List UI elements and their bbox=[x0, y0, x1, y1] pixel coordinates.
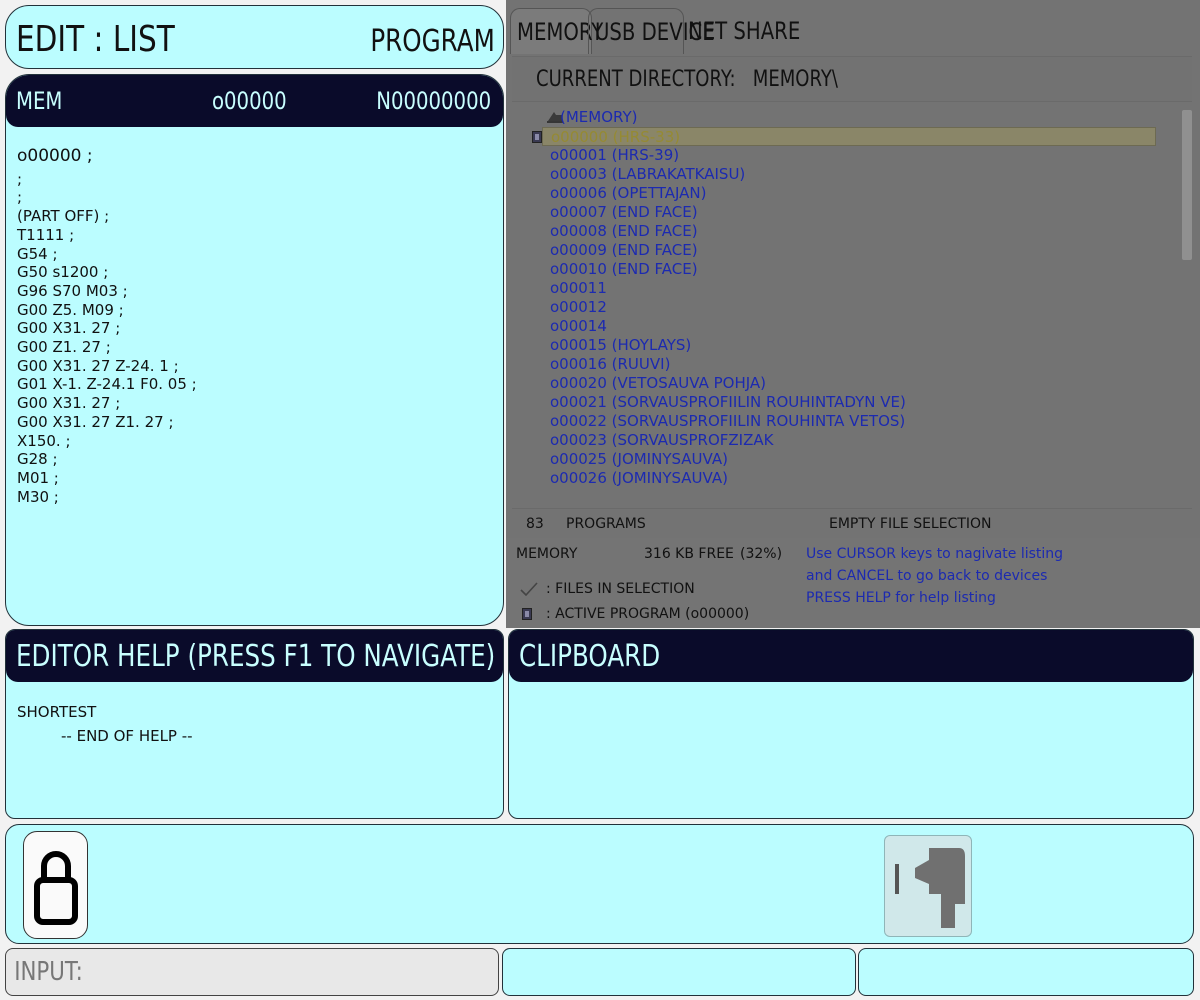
code-line[interactable]: G00 X31. 27 ; bbox=[17, 394, 197, 413]
code-line[interactable]: G28 ; bbox=[17, 450, 197, 469]
status-field-3 bbox=[858, 948, 1194, 996]
file-item-active[interactable]: o00000 (HRS-33) bbox=[542, 127, 1156, 146]
tab-usb-device[interactable]: USB DEVICE bbox=[588, 8, 715, 54]
program-number: o00000 bbox=[212, 87, 287, 115]
check-icon bbox=[520, 582, 538, 596]
file-item[interactable]: o00020 (VETOSAUVA POHJA) bbox=[542, 374, 1156, 393]
device-label: MEM bbox=[16, 87, 63, 115]
program-code-lines[interactable]: o00000 ; ; ; (PART OFF) ; T1111 ; G54 ; … bbox=[17, 147, 197, 506]
file-item[interactable]: o00021 (SORVAUSPROFIILIN ROUHINTADYN VE) bbox=[542, 393, 1156, 412]
code-line[interactable]: G00 X31. 27 ; bbox=[17, 319, 197, 338]
status-field-2 bbox=[502, 948, 856, 996]
code-line[interactable]: G00 X31. 27 Z-24. 1 ; bbox=[17, 357, 197, 376]
file-item[interactable]: o00008 (END FACE) bbox=[542, 222, 1156, 241]
file-item[interactable]: o00007 (END FACE) bbox=[542, 203, 1156, 222]
file-item[interactable]: o00009 (END FACE) bbox=[542, 241, 1156, 260]
device-name: MEMORY bbox=[516, 546, 578, 562]
active-program-icon bbox=[532, 131, 542, 143]
code-line[interactable]: (PART OFF) ; bbox=[17, 207, 197, 226]
file-browser: MEMORY USB DEVICE NET SHARE CURRENT DIRE… bbox=[506, 0, 1200, 628]
tab-memory[interactable]: MEMORY bbox=[510, 8, 603, 54]
clipboard-title: CLIPBOARD bbox=[519, 639, 661, 674]
edit-mode-title: EDIT : LIST bbox=[16, 19, 175, 60]
spindle-button[interactable] bbox=[884, 835, 972, 937]
program-header-bar: MEM o00000 N00000000 bbox=[6, 75, 503, 127]
file-item[interactable]: o00023 (SORVAUSPROFZIZAK bbox=[542, 431, 1156, 450]
free-percent: (32%) bbox=[740, 546, 783, 562]
editor-help-title: EDITOR HELP (PRESS F1 TO NAVIGATE) bbox=[16, 639, 496, 674]
tools-panel bbox=[5, 824, 1194, 944]
code-line[interactable]: M30 ; bbox=[17, 488, 197, 507]
code-line[interactable]: X150. ; bbox=[17, 432, 197, 451]
help-end-text: -- END OF HELP -- bbox=[61, 727, 193, 745]
clipboard-header: CLIPBOARD bbox=[509, 630, 1193, 682]
code-line[interactable]: G50 s1200 ; bbox=[17, 263, 197, 282]
help-text: SHORTEST bbox=[17, 703, 97, 721]
code-line[interactable]: M01 ; bbox=[17, 469, 197, 488]
legend-active-program: : ACTIVE PROGRAM (o00000) bbox=[546, 606, 750, 622]
program-mode-label: PROGRAM bbox=[370, 24, 495, 59]
legend-files-in-selection: : FILES IN SELECTION bbox=[546, 581, 695, 597]
current-directory-label: CURRENT DIRECTORY: bbox=[536, 67, 736, 92]
file-item[interactable]: o00022 (SORVAUSPROFIILIN ROUHINTA VETOS) bbox=[542, 412, 1156, 431]
file-item[interactable]: o00006 (OPETTAJAN) bbox=[542, 184, 1156, 203]
lock-icon bbox=[34, 851, 78, 925]
editor-help-panel: EDITOR HELP (PRESS F1 TO NAVIGATE) SHORT… bbox=[5, 629, 504, 819]
program-count-label: PROGRAMS bbox=[566, 516, 646, 532]
current-directory-path: MEMORY\ bbox=[752, 67, 838, 92]
code-line[interactable]: T1111 ; bbox=[17, 226, 197, 245]
hint-cursor: Use CURSOR keys to nagivate listing bbox=[806, 546, 1064, 562]
file-item[interactable]: o00012 bbox=[542, 298, 1156, 317]
file-item[interactable]: o00015 (HOYLAYS) bbox=[542, 336, 1156, 355]
parent-directory-item[interactable]: (MEMORY) bbox=[552, 108, 1166, 127]
code-line[interactable]: o00000 ; bbox=[17, 147, 197, 166]
file-item[interactable]: o00026 (JOMINYSAUVA) bbox=[542, 469, 1156, 488]
current-directory-bar: CURRENT DIRECTORY: MEMORY\ bbox=[512, 56, 1192, 102]
device-info: MEMORY 316 KB FREE (32%) : FILES IN SELE… bbox=[506, 538, 1200, 628]
file-item[interactable]: o00011 bbox=[542, 279, 1156, 298]
code-line[interactable]: G54 ; bbox=[17, 245, 197, 264]
code-line[interactable]: G00 Z1. 27 ; bbox=[17, 338, 197, 357]
sequence-number: N00000000 bbox=[376, 87, 491, 115]
code-line[interactable]: G01 X-1. Z-24.1 F0. 05 ; bbox=[17, 375, 197, 394]
device-tabs: MEMORY USB DEVICE NET SHARE bbox=[506, 0, 1200, 56]
program-editor[interactable]: MEM o00000 N00000000 o00000 ; ; ; (PART … bbox=[5, 74, 504, 626]
code-line[interactable]: ; bbox=[17, 170, 197, 189]
program-count: 83 bbox=[526, 516, 544, 532]
edit-mode-header: EDIT : LIST PROGRAM bbox=[5, 5, 504, 69]
file-item[interactable]: o00001 (HRS-39) bbox=[542, 146, 1156, 165]
tab-net-share[interactable]: NET SHARE bbox=[682, 8, 800, 54]
code-line[interactable]: G96 S70 M03 ; bbox=[17, 282, 197, 301]
free-space: 316 KB FREE bbox=[644, 546, 734, 562]
hint-help: PRESS HELP for help listing bbox=[806, 590, 996, 606]
input-field[interactable] bbox=[6, 949, 410, 995]
file-item[interactable]: o00010 (END FACE) bbox=[542, 260, 1156, 279]
file-status-bar: 83 PROGRAMS EMPTY FILE SELECTION bbox=[512, 508, 1192, 538]
lock-button[interactable] bbox=[23, 831, 88, 939]
file-item[interactable]: o00003 (LABRAKATKAISU) bbox=[542, 165, 1156, 184]
file-item[interactable]: o00016 (RUUVI) bbox=[542, 355, 1156, 374]
spindle-icon bbox=[895, 848, 965, 928]
clipboard-panel[interactable]: CLIPBOARD bbox=[508, 629, 1194, 819]
file-list-scrollbar[interactable] bbox=[1182, 110, 1192, 260]
editor-help-header: EDITOR HELP (PRESS F1 TO NAVIGATE) bbox=[6, 630, 503, 682]
file-list[interactable]: (MEMORY) o00000 (HRS-33) o00001 (HRS-39)… bbox=[512, 106, 1182, 506]
file-item[interactable]: o00014 bbox=[542, 317, 1156, 336]
selection-status: EMPTY FILE SELECTION bbox=[829, 516, 992, 532]
active-program-icon bbox=[522, 608, 532, 620]
code-line[interactable]: ; bbox=[17, 188, 197, 207]
code-line[interactable]: G00 X31. 27 Z1. 27 ; bbox=[17, 413, 197, 432]
input-field-box[interactable] bbox=[5, 948, 499, 996]
code-line[interactable]: G00 Z5. M09 ; bbox=[17, 301, 197, 320]
hint-cancel: and CANCEL to go back to devices bbox=[806, 568, 1048, 584]
file-item[interactable]: o00025 (JOMINYSAUVA) bbox=[542, 450, 1156, 469]
